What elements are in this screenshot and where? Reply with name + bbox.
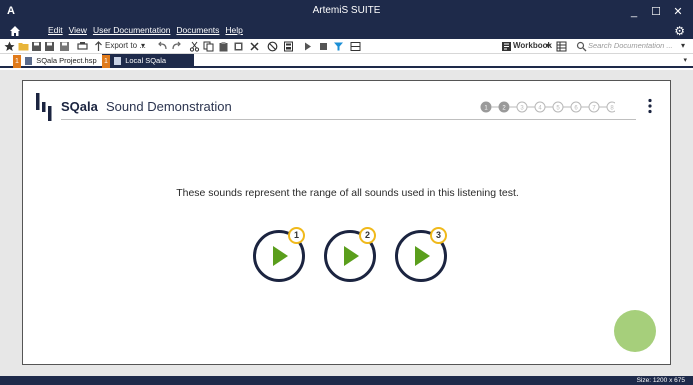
save-as-icon[interactable] [59, 41, 70, 52]
paste-icon[interactable] [218, 41, 229, 52]
page-title: Sound Demonstration [106, 99, 232, 114]
sqala-panel: SQala Sound Demonstration 12345678 These… [22, 80, 671, 365]
tab-number: 1 [102, 55, 110, 68]
tab-label: SQala Project.hsp [36, 56, 97, 65]
play-icon[interactable] [302, 41, 313, 52]
chevron-down-icon[interactable]: ▾ [141, 41, 145, 50]
export-label[interactable]: Export to ... [105, 41, 146, 50]
header-divider [61, 119, 636, 120]
document-icon [114, 57, 122, 66]
search-input[interactable]: Search Documentation ... [588, 40, 693, 52]
tab-list-dropdown-icon[interactable]: ▾ [683, 56, 687, 64]
stop-icon[interactable] [318, 41, 329, 52]
home-icon[interactable] [8, 24, 22, 38]
search-chevron-icon[interactable]: ▾ [681, 41, 685, 50]
menu-edit[interactable]: Edit [48, 25, 63, 35]
kebab-menu-icon[interactable] [647, 98, 653, 114]
menu-documents[interactable]: Documents [176, 25, 219, 35]
tab-bar: 1 SQala Project.hsp ✕ 1 Local SQala Sess… [0, 54, 693, 79]
calculator-icon[interactable] [283, 41, 294, 52]
status-bar: Size: 1200 x 675 [0, 376, 693, 385]
sound-number-badge: 2 [359, 227, 376, 244]
sound-2-play-button[interactable]: 2 [322, 227, 378, 284]
step-progress: 12345678 [480, 101, 615, 113]
copy-icon[interactable] [203, 41, 214, 52]
menu-bar: Edit View User Documentation Documents H… [0, 24, 693, 39]
grid-icon[interactable] [556, 41, 567, 52]
menu-help[interactable]: Help [225, 25, 242, 35]
print-icon[interactable] [77, 41, 88, 52]
save-all-icon[interactable] [44, 41, 55, 52]
tab-local-sqala-session[interactable]: 1 Local SQala Session ✕ [102, 54, 194, 79]
sound-1-play-button[interactable]: 1 [251, 227, 307, 284]
delete-icon[interactable] [249, 41, 260, 52]
redo-icon[interactable] [171, 41, 182, 52]
export-icon[interactable] [93, 41, 104, 52]
paste-special-icon[interactable] [233, 41, 244, 52]
workbook-chevron-icon[interactable]: ▾ [546, 41, 550, 50]
filter-icon[interactable] [333, 41, 344, 52]
brand-name: SQala [61, 99, 98, 114]
sqala-logo-icon [36, 93, 52, 121]
document-icon [25, 57, 33, 66]
tab-sqala-project[interactable]: 1 SQala Project.hsp ✕ [13, 54, 100, 79]
folder-icon[interactable] [18, 41, 29, 52]
workbook-icon[interactable] [501, 41, 512, 52]
save-icon[interactable] [31, 41, 42, 52]
menu-view[interactable]: View [69, 25, 87, 35]
next-button[interactable] [614, 310, 656, 352]
title-bar: A ArtemiS SUITE _ ☐ ✕ [0, 0, 693, 24]
minimize-button[interactable]: _ [626, 4, 642, 20]
sound-number-badge: 3 [430, 227, 447, 244]
search-icon [576, 41, 587, 52]
cancel-icon[interactable] [267, 41, 278, 52]
tab-number: 1 [13, 55, 21, 68]
sound-3-play-button[interactable]: 3 [393, 227, 449, 284]
close-button[interactable]: ✕ [670, 4, 686, 20]
layout-icon[interactable] [350, 41, 361, 52]
menu-user-documentation[interactable]: User Documentation [93, 25, 170, 35]
canvas-size-readout: Size: 1200 x 675 [636, 377, 685, 384]
toolbar: Export to ... ▾ Workbook ▾ Search Docume… [0, 39, 693, 54]
sound-number-badge: 1 [288, 227, 305, 244]
favorite-icon[interactable] [4, 41, 15, 52]
cut-icon[interactable] [189, 41, 200, 52]
undo-icon[interactable] [157, 41, 168, 52]
document-area: SQala Sound Demonstration 12345678 These… [0, 70, 693, 376]
maximize-button[interactable]: ☐ [648, 4, 664, 20]
instruction-text: These sounds represent the range of all … [176, 187, 519, 199]
window-title: ArtemiS SUITE [312, 5, 381, 16]
gear-icon[interactable]: ⚙ [674, 24, 685, 38]
menu-items: Edit View User Documentation Documents H… [48, 25, 243, 35]
